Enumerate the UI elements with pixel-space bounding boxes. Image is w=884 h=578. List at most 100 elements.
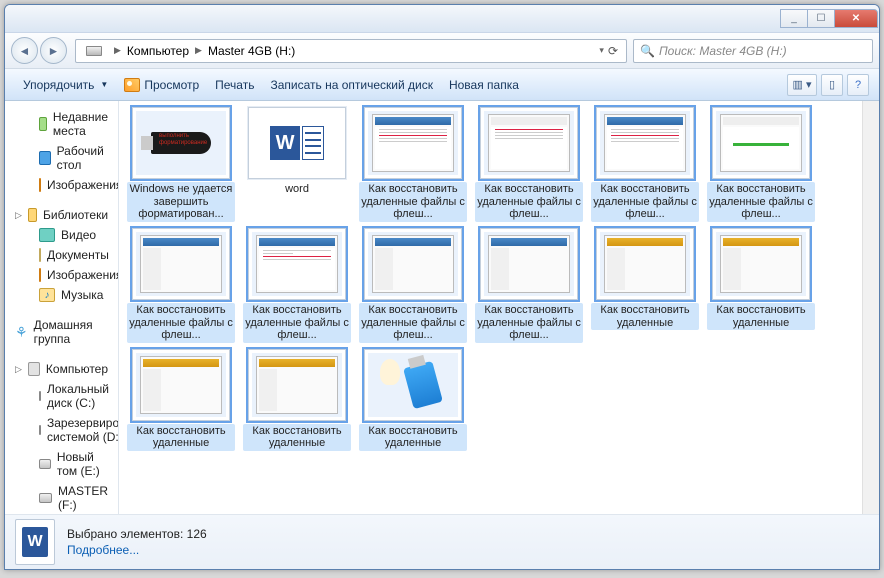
tree-libraries[interactable]: ▷Библиотеки [5, 205, 118, 225]
breadcrumb-computer[interactable]: Компьютер [127, 44, 189, 58]
search-input[interactable]: 🔍 Поиск: Master 4GB (H:) [633, 39, 873, 63]
breadcrumb-drive[interactable]: Master 4GB (H:) [208, 44, 295, 58]
images-icon [39, 268, 41, 282]
tree-drive-f[interactable]: MASTER (F:) [5, 481, 118, 514]
tree-recent[interactable]: Недавние места [5, 107, 118, 141]
file-item[interactable]: Как восстановить удаленные файлы с флеш.… [475, 107, 583, 222]
images-icon [39, 178, 41, 192]
back-button[interactable]: ◄ [11, 37, 38, 64]
file-item[interactable]: Как восстановить удаленные файлы с флеш.… [127, 228, 235, 343]
file-item[interactable]: Как восстановить удаленные файлы с флеш.… [707, 107, 815, 222]
file-item[interactable]: Как восстановить удаленные файлы с флеш.… [359, 107, 467, 222]
desktop-icon [39, 151, 51, 165]
libraries-icon [28, 208, 37, 222]
tree-video[interactable]: Видео [5, 225, 118, 245]
chevron-right-icon: ▶ [195, 45, 202, 56]
tree-drive-e[interactable]: Новый том (E:) [5, 447, 118, 481]
picture-icon [124, 78, 140, 92]
search-icon: 🔍 [640, 44, 655, 58]
file-label: Как восстановить удаленные файлы с флеш.… [359, 182, 467, 222]
tree-images2[interactable]: Изображения [5, 265, 118, 285]
preview-button[interactable]: Просмотр [116, 74, 207, 96]
thumbnail [364, 107, 462, 179]
file-label: Как восстановить удаленные файлы с флеш.… [475, 182, 583, 222]
status-selected: Выбрано элементов: 126 [67, 527, 207, 541]
file-item[interactable]: Как восстановить удаленные [359, 349, 467, 451]
close-button[interactable]: ✕ [834, 9, 878, 28]
file-item[interactable]: Как восстановить удаленные файлы с флеш.… [243, 228, 351, 343]
recent-icon [39, 117, 47, 131]
drive-icon [86, 46, 102, 56]
drive-icon [39, 425, 41, 435]
refresh-icon[interactable]: ⟳ [608, 44, 618, 58]
file-item[interactable]: Wword [243, 107, 351, 222]
file-label: Как восстановить удаленные [591, 303, 699, 330]
file-label: Как восстановить удаленные файлы с флеш.… [475, 303, 583, 343]
file-label: Windows не удается завершить форматирова… [127, 182, 235, 222]
chevron-down-icon: ▼ [100, 80, 108, 89]
minimize-button[interactable]: _ [780, 9, 808, 28]
maximize-button[interactable]: ☐ [807, 9, 835, 28]
file-item[interactable]: Как восстановить удаленные файлы с флеш.… [359, 228, 467, 343]
file-label: Как восстановить удаленные файлы с флеш.… [243, 303, 351, 343]
thumbnail [480, 107, 578, 179]
forward-button[interactable]: ► [40, 37, 67, 64]
tree-computer[interactable]: ▷Компьютер [5, 359, 118, 379]
file-item[interactable]: Как восстановить удаленные [243, 349, 351, 451]
file-item[interactable]: Как восстановить удаленные [591, 228, 699, 343]
explorer-window: _ ☐ ✕ ◄ ► ▶ Компьютер ▶ Master 4GB (H:) … [4, 4, 880, 570]
status-bar: W Выбрано элементов: 126 Подробнее... [5, 514, 879, 569]
thumbnail [712, 107, 810, 179]
file-item[interactable]: Как восстановить удаленные [707, 228, 815, 343]
drive-icon [39, 493, 52, 503]
status-details-link[interactable]: Подробнее... [67, 543, 207, 557]
file-label: Как восстановить удаленные файлы с флеш.… [707, 182, 815, 222]
tree-homegroup[interactable]: ⚘Домашняя группа [5, 315, 118, 349]
scrollbar[interactable] [862, 101, 879, 514]
computer-icon [28, 362, 40, 376]
thumbnail [712, 228, 810, 300]
homegroup-icon: ⚘ [15, 325, 28, 339]
organize-menu[interactable]: Упорядочить▼ [15, 74, 116, 96]
file-label: Как восстановить удаленные [707, 303, 815, 330]
file-item[interactable]: Как восстановить удаленные файлы с флеш.… [591, 107, 699, 222]
file-label: Как восстановить удаленные [243, 424, 351, 451]
view-mode-button[interactable]: ▥ ▾ [787, 74, 817, 96]
breadcrumb[interactable]: ▶ Компьютер ▶ Master 4GB (H:) ▾ ⟳ [75, 39, 627, 63]
tree-documents[interactable]: Документы [5, 245, 118, 265]
navigation-tree[interactable]: Недавние места Рабочий стол Изображения … [5, 101, 119, 514]
preview-pane-button[interactable]: ▯ [821, 74, 843, 96]
documents-icon [39, 248, 41, 262]
help-button[interactable]: ? [847, 74, 869, 96]
file-label: Как восстановить удаленные файлы с флеш.… [127, 303, 235, 343]
dropdown-icon[interactable]: ▾ [599, 45, 604, 56]
thumbnail [480, 228, 578, 300]
thumbnail [364, 228, 462, 300]
thumbnail: выполнитьформатирование [132, 107, 230, 179]
music-icon: ♪ [39, 288, 55, 302]
drive-icon [39, 391, 41, 401]
file-item[interactable]: Как восстановить удаленные файлы с флеш.… [475, 228, 583, 343]
print-button[interactable]: Печать [207, 74, 262, 96]
tree-drive-c[interactable]: Локальный диск (C:) [5, 379, 118, 413]
collapse-icon: ▷ [15, 210, 22, 221]
file-label: Как восстановить удаленные файлы с флеш.… [591, 182, 699, 222]
toolbar: Упорядочить▼ Просмотр Печать Записать на… [5, 69, 879, 101]
new-folder-button[interactable]: Новая папка [441, 74, 527, 96]
tree-desktop[interactable]: Рабочий стол [5, 141, 118, 175]
thumbnail: W [248, 107, 346, 179]
file-label: Как восстановить удаленные файлы с флеш.… [359, 303, 467, 343]
tree-music[interactable]: ♪Музыка [5, 285, 118, 305]
tree-drive-d[interactable]: Зарезервировано системой (D:) [5, 413, 118, 447]
word-file-icon: W [15, 519, 55, 565]
file-grid[interactable]: выполнитьформатированиеWindows не удаетс… [119, 101, 879, 457]
burn-button[interactable]: Записать на оптический диск [262, 74, 441, 96]
tree-images[interactable]: Изображения [5, 175, 118, 195]
thumbnail [132, 228, 230, 300]
titlebar: _ ☐ ✕ [5, 5, 879, 33]
file-item[interactable]: Как восстановить удаленные [127, 349, 235, 451]
file-item[interactable]: выполнитьформатированиеWindows не удаетс… [127, 107, 235, 222]
file-label: Как восстановить удаленные [127, 424, 235, 451]
thumbnail [248, 228, 346, 300]
thumbnail [596, 107, 694, 179]
